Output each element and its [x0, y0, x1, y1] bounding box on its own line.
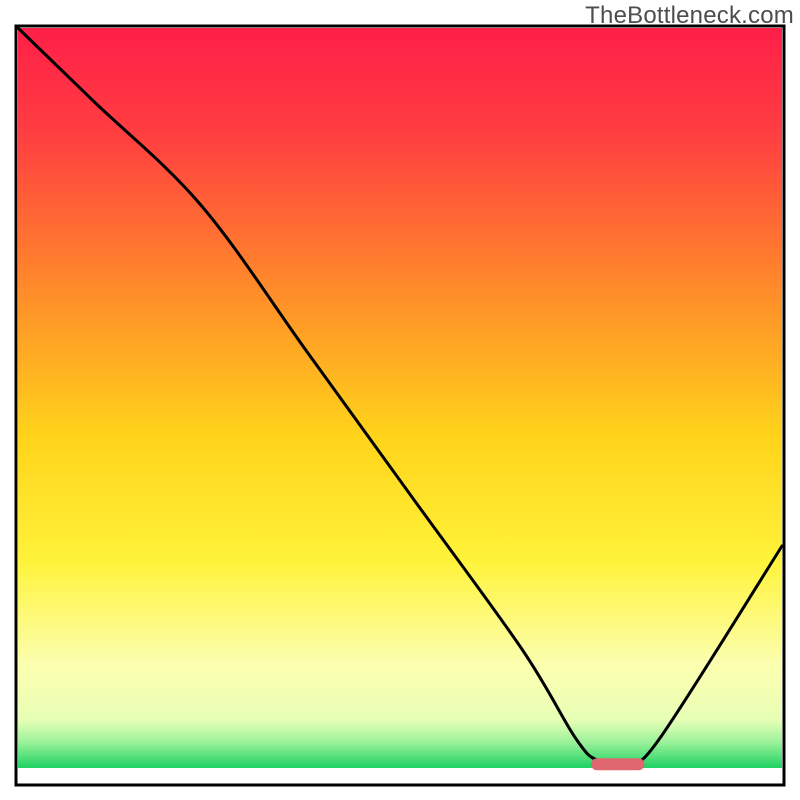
optimal-range-bar: [591, 758, 644, 770]
chart-svg: [0, 0, 800, 800]
watermark-text: TheBottleneck.com: [585, 2, 794, 30]
bottleneck-chart: TheBottleneck.com: [0, 0, 800, 800]
